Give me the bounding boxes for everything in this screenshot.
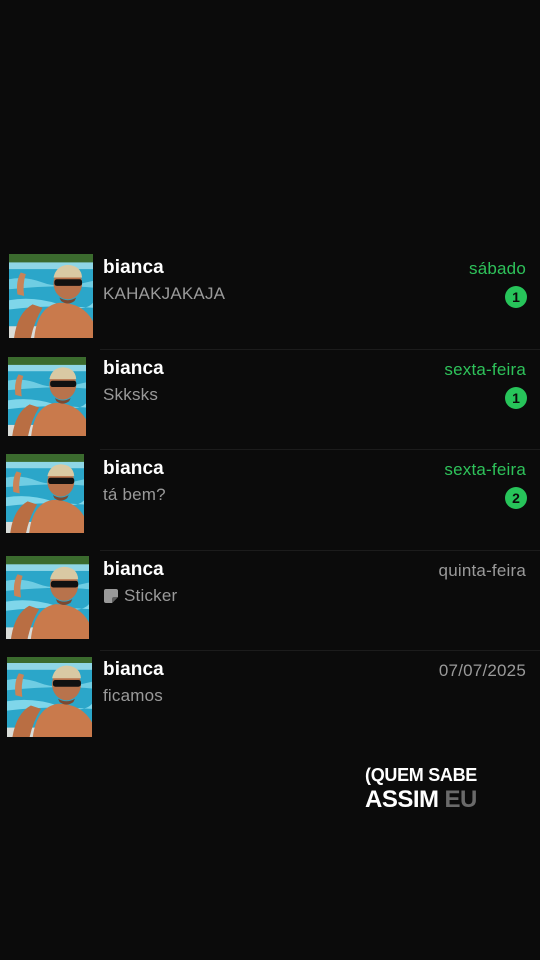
chat-preview: Skksks (103, 385, 158, 405)
avatar-photo (6, 556, 89, 639)
caption-line-1: (QUEM SABE (365, 765, 478, 785)
chat-preview-text: Sticker (124, 585, 178, 605)
chat-preview: KAHAKJAKAJA (103, 284, 225, 304)
avatar-photo (7, 657, 92, 737)
unread-badge: 2 (505, 487, 527, 509)
chat-name: bianca (103, 659, 164, 680)
chat-timestamp: quinta-feira (438, 560, 526, 580)
caption-word-main: ASSIM (365, 786, 439, 813)
avatar[interactable] (8, 356, 86, 436)
chat-preview-text: Skksks (103, 384, 159, 404)
caption-word-faded: EU (444, 786, 478, 813)
avatar-photo (9, 254, 93, 338)
avatar[interactable] (6, 555, 89, 639)
chat-timestamp: sexta-feira (444, 359, 526, 379)
chat-preview-text: ficamos (103, 686, 163, 705)
chat-timestamp: sábado (469, 259, 526, 278)
chat-timestamp: 07/07/2025 (438, 661, 526, 680)
avatar[interactable] (7, 657, 92, 737)
chat-name: bianca (103, 558, 164, 580)
chat-name: bianca (103, 458, 164, 479)
chat-row[interactable]: bianca KAHAKJAKAJA sábado 1 (0, 248, 540, 349)
unread-badge: 1 (505, 286, 527, 308)
avatar-photo (6, 454, 84, 533)
chat-row[interactable]: bianca Skksks sexta-feira 1 (0, 348, 540, 450)
chat-preview: tá bem? (103, 485, 166, 505)
chat-preview: ficamos (103, 686, 163, 706)
avatar-photo (8, 357, 86, 436)
chat-name: bianca (103, 357, 164, 379)
unread-badge: 1 (505, 386, 527, 409)
sticker-icon (104, 588, 118, 603)
caption-line-2: ASSIM EU (365, 786, 477, 814)
chat-preview-text: KAHAKJAKAJA (103, 284, 226, 303)
chat-row[interactable]: bianca Sticker quinta-feira (0, 549, 540, 651)
avatar[interactable] (9, 254, 93, 338)
video-caption: (QUEM SABE ASSIM EU (365, 764, 477, 814)
avatar[interactable] (6, 454, 84, 533)
chat-preview: Sticker (103, 586, 177, 606)
chat-row[interactable]: bianca ficamos 07/07/2025 (0, 650, 540, 751)
chat-row[interactable]: bianca tá bem? sexta-feira 2 (0, 449, 540, 550)
chat-list: bianca KAHAKJAKAJA sábado 1 bianca Skksk… (0, 248, 540, 751)
chat-preview-text: tá bem? (103, 485, 166, 504)
chat-name: bianca (103, 257, 164, 278)
chat-timestamp: sexta-feira (444, 460, 526, 479)
